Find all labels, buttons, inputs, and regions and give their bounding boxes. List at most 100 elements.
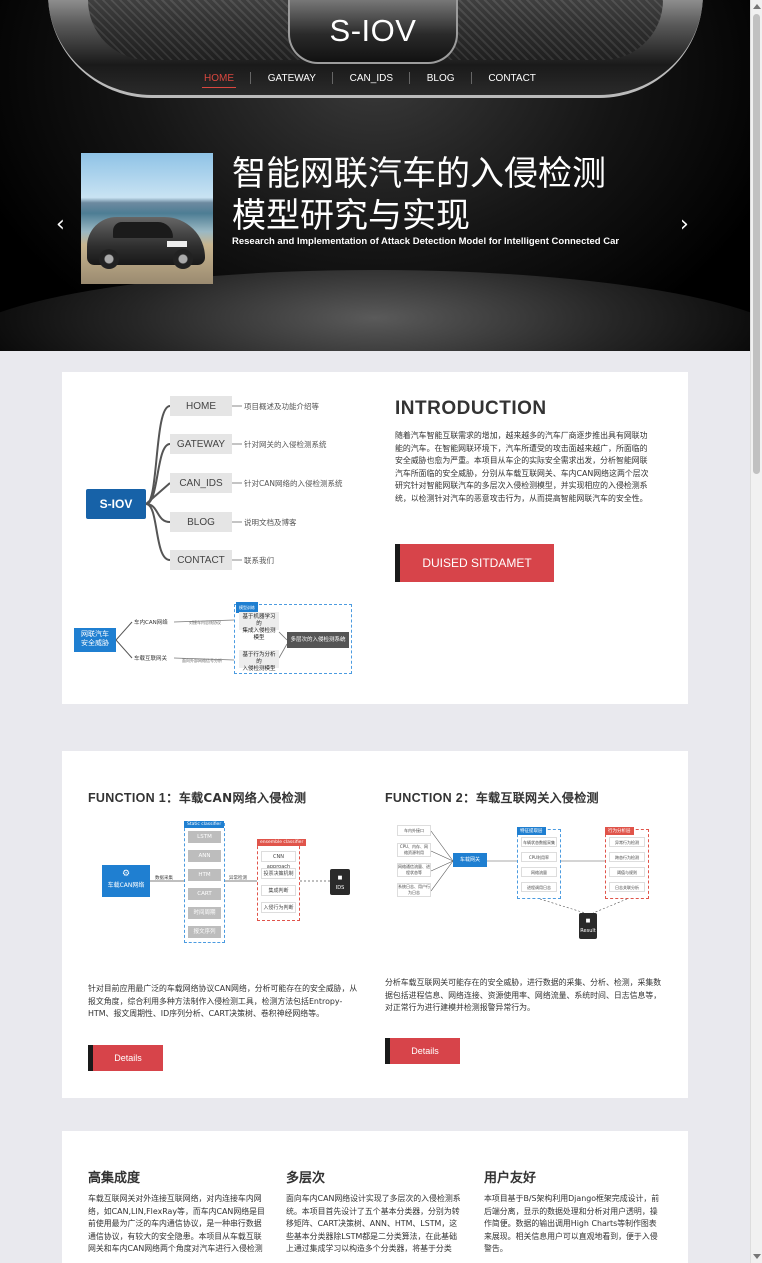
function1-ensemble-step: 投票决策机制 — [261, 868, 296, 879]
mindmap-center-node: S-IOV — [86, 489, 146, 519]
function2-input: 网络通信流量、进程状态等 — [397, 863, 431, 877]
feature-title-integration: 高集成度 — [88, 1171, 141, 1186]
function1-ensemble-step: 集成判断 — [261, 885, 296, 896]
function2-feature-step: CPU利用率 — [521, 852, 557, 862]
feature-text-multilayer: 面向车内CAN网络设计实现了多层次的入侵检测系统。本项目首先设计了五个基本分类器… — [286, 1194, 461, 1254]
function2-input: 系统日志、用户行为日志 — [397, 883, 431, 897]
function1-algo: LSTM — [188, 831, 221, 843]
site-logo[interactable]: S-IOV — [288, 0, 458, 64]
nav-separator — [332, 72, 334, 84]
function2-tag-behavior: 行为分析层 — [605, 827, 634, 835]
intro-title: INTRODUCTION — [395, 398, 547, 419]
diagram-branch-gateway: 车载互联网关 — [134, 656, 168, 662]
function1-details-button[interactable]: Details — [88, 1045, 163, 1071]
nav-separator — [250, 72, 252, 84]
function2-behavior-step: 跨态行为检测 — [609, 852, 645, 862]
mindmap-desc-can-ids: 针对CAN网络的入侵检测系统 — [244, 479, 343, 488]
function1-algo: 时间周期 — [188, 907, 221, 919]
mindmap-node-home: HOME — [170, 396, 232, 416]
function1-title-cn: 车载CAN网络入侵检测 — [178, 791, 307, 805]
diagram-model-behavior: 基于行为分析的 入侵检测模型 — [239, 650, 279, 672]
nav-item-can-ids[interactable]: CAN_IDS — [336, 73, 407, 84]
function1-title-prefix: FUNCTION 1： — [88, 791, 179, 805]
function1-title: FUNCTION 1：车载CAN网络入侵检测 — [88, 787, 306, 806]
mindmap-desc-blog: 说明文档及博客 — [244, 518, 297, 527]
mindmap-node-gateway: GATEWAY — [170, 434, 232, 454]
function1-algo: HTM — [188, 869, 221, 881]
page-scrollbar[interactable] — [750, 0, 762, 1263]
lock-icon: ■ — [585, 918, 591, 924]
nav-item-blog[interactable]: BLOG — [413, 73, 469, 84]
can-icon: ⚙ — [121, 869, 131, 879]
diagram-branch-can: 车内CAN网络 — [134, 620, 168, 626]
function2-title-cn: 车载互联网关入侵检测 — [475, 791, 599, 805]
mindmap-node-contact: CONTACT — [170, 550, 232, 570]
feature-title-multilayer: 多层次 — [286, 1171, 326, 1186]
scroll-up-icon[interactable] — [753, 4, 761, 9]
function2-behavior-step: 异常行为检测 — [609, 837, 645, 847]
function2-text: 分析车载互联网关可能存在的安全威胁，进行数据的采集、分析、检测，采集数据包括进程… — [385, 978, 662, 1013]
function2-title-prefix: FUNCTION 2： — [385, 791, 476, 805]
scroll-down-icon[interactable] — [753, 1254, 761, 1259]
site-logo-text: S-IOV — [329, 13, 417, 48]
nav-item-home[interactable]: HOME — [190, 73, 248, 88]
threat-diagram: 网联汽车 安全威胁 车内CAN网络 车载互联网关 对接车内总线协议 面向外部网络… — [74, 602, 354, 677]
diagram-model-ml: 基于机器学习的 集成入侵检测模型 — [239, 612, 279, 641]
function2-behavior-step: 日志关联分析 — [609, 882, 645, 892]
intro-button[interactable]: DUISED SITDAMET — [395, 544, 554, 582]
diagram-root-node: 网联汽车 安全威胁 — [74, 628, 116, 652]
intro-text: 随着汽车智能互联需求的增加，越来越多的汽车厂商逐步推出具有网联功能的汽车。在智能… — [395, 431, 649, 503]
mindmap-desc-gateway: 针对网关的入侵检测系统 — [244, 440, 327, 449]
slide-car-photo — [81, 153, 213, 284]
lock-icon: ■ — [337, 875, 343, 881]
diagram-final-system: 多层次的入侵检测系统 — [287, 632, 349, 648]
function2-input: CPU、内存、网络资源利用 — [397, 843, 431, 857]
function1-edge-in: 数据采集 — [155, 876, 173, 881]
slide-title: 智能网联汽车的入侵检测 模型研究与实现 — [232, 153, 652, 237]
function2-feature-step: 进程调用日志 — [521, 882, 557, 892]
carousel-prev-icon[interactable]: ‹ — [56, 212, 65, 237]
function1-tag-ensemble: ensemble classifier — [257, 839, 307, 846]
feature-title-user-friendly: 用户友好 — [484, 1171, 537, 1186]
intro-panel: S-IOV HOME 项目概述及功能介绍等 GATEWAY 针对网关的入侵检测系… — [62, 372, 688, 704]
carousel-next-icon[interactable]: › — [680, 212, 689, 237]
mindmap-desc-home: 项目概述及功能介绍等 — [244, 402, 319, 411]
main-nav: HOME GATEWAY CAN_IDS BLOG CONTACT — [190, 66, 550, 90]
function1-diagram: ⚙ 车载CAN网络 数据采集 Static classifier LSTM ANN… — [102, 821, 357, 946]
function1-ensemble-step: 入侵行为判断 — [261, 902, 296, 913]
function2-hub: 车载网关 — [453, 853, 487, 867]
diagram-edge-gateway: 面向外部网络信号分析 — [182, 658, 222, 663]
function2-feature-step: 网络流量 — [521, 867, 557, 877]
function1-tag-static: Static classifier — [184, 821, 225, 828]
mindmap-desc-contact: 联系我们 — [244, 556, 274, 565]
function1-sink: ■ IDS — [330, 869, 350, 895]
function2-sink: ■ Result — [579, 913, 597, 939]
nav-separator — [470, 72, 472, 84]
diagram-edge-can: 对接车内总线协议 — [189, 620, 221, 625]
nav-item-gateway[interactable]: GATEWAY — [254, 73, 330, 84]
function1-algo: ANN — [188, 850, 221, 862]
function2-feature-step: 车辆状态数据采集 — [521, 837, 557, 847]
function2-details-button[interactable]: Details — [385, 1038, 460, 1064]
function2-behavior-step: 阈值与规则 — [609, 867, 645, 877]
function1-algo: CART — [188, 888, 221, 900]
function2-sink-label: Result — [580, 928, 596, 934]
functions-panel: FUNCTION 1：车载CAN网络入侵检测 ⚙ 车载CAN网络 数据采集 Sta… — [62, 751, 688, 1098]
features-panel: 高集成度 车载互联网关对外连接互联网络，对内连接车内网络，如CAN,LIN,Fl… — [62, 1131, 688, 1263]
slide-title-line1: 智能网联汽车的入侵检测 — [232, 154, 606, 194]
nav-item-contact[interactable]: CONTACT — [474, 73, 550, 84]
scrollbar-thumb[interactable] — [753, 14, 760, 474]
feature-text-integration: 车载互联网关对外连接互联网络，对内连接车内网络，如CAN,LIN,FlexRay… — [88, 1194, 265, 1254]
function2-tag-feature: 特征提取层 — [517, 827, 546, 835]
function2-title: FUNCTION 2：车载互联网关入侵检测 — [385, 787, 599, 806]
mindmap-node-blog: BLOG — [170, 512, 232, 532]
function1-source: ⚙ 车载CAN网络 — [102, 865, 150, 897]
feature-text-user-friendly: 本项目基于B/S架构利用Django框架完成设计，前后端分离，显示的数据处理和分… — [484, 1194, 660, 1254]
slide-title-line2: 模型研究与实现 — [232, 196, 470, 236]
function2-input: 车内外接口 — [397, 825, 431, 836]
function1-sink-label: IDS — [335, 885, 345, 891]
slide-subtitle: Research and Implementation of Attack De… — [232, 236, 620, 247]
function2-diagram: 车内外接口 CPU、内存、网络资源利用 网络通信流量、进程状态等 系统日志、用户… — [397, 823, 649, 943]
function1-edge-mid: 异常检测 — [229, 876, 247, 881]
nav-separator — [409, 72, 411, 84]
